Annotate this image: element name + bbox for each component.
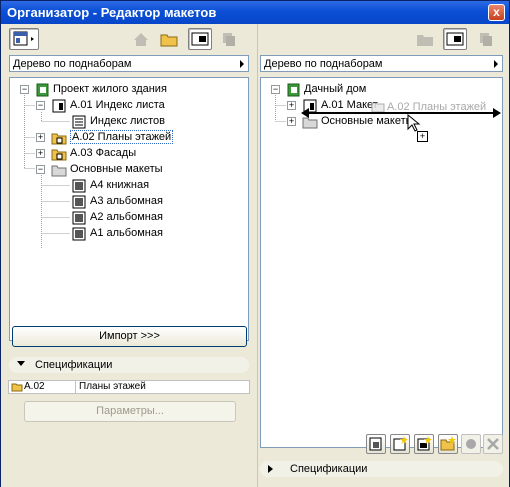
sets-view-button[interactable]: [157, 28, 181, 50]
publisher-button[interactable]: [473, 28, 497, 50]
parameters-button[interactable]: Параметры...: [24, 401, 236, 422]
section-title: Спецификации: [35, 359, 113, 371]
collapse-icon[interactable]: −: [36, 165, 45, 174]
tree-node[interactable]: A1 альбомная: [10, 226, 240, 242]
tree-node-label: A2 альбомная: [90, 211, 163, 223]
title-bar: Организатор - Редактор макетов x: [1, 1, 509, 24]
view-mode-menu-button[interactable]: [9, 28, 39, 50]
publisher-icon: [223, 33, 235, 46]
spec-name: Планы этажей: [79, 381, 146, 392]
insertion-marker-icon: [301, 108, 501, 118]
expand-icon[interactable]: +: [36, 149, 45, 158]
tree-node-label: Основные макеты: [70, 163, 163, 175]
tree-node[interactable]: + A.02 Планы этажей: [10, 130, 240, 146]
tree-node-label: A3 альбомная: [90, 195, 163, 207]
folder-sheet-icon: [51, 133, 67, 145]
publisher-button[interactable]: [216, 28, 240, 50]
tree-node[interactable]: − A.01 Индекс листа: [10, 98, 240, 114]
record-button[interactable]: [461, 434, 481, 454]
left-tree[interactable]: − Проект жилого здания − A.01 Индекс лис…: [9, 77, 249, 341]
new-layout-icon: [369, 437, 382, 451]
project-book-icon: [287, 83, 300, 97]
layout-book-icon: [446, 32, 464, 46]
specifications-header[interactable]: Спецификации: [9, 357, 249, 373]
close-icon: [487, 438, 499, 450]
layout-book-icon: [191, 32, 209, 46]
collapse-icon[interactable]: −: [20, 85, 29, 94]
layout-icon: [72, 195, 86, 209]
tree-node-label-selected: A.02 Планы этажей: [70, 130, 174, 144]
folder-icon: [160, 34, 178, 47]
layout-icon: [72, 179, 86, 193]
tree-node[interactable]: A4 книжная: [10, 178, 240, 194]
drag-copy-plus-icon: +: [417, 131, 428, 142]
layout-icon: [72, 211, 86, 225]
spec-row[interactable]: A.02 Планы этажей: [8, 380, 250, 394]
new-master-button[interactable]: [414, 434, 434, 454]
tree-node-label: Дачный дом: [304, 83, 367, 95]
tree-node[interactable]: A2 альбомная: [10, 210, 240, 226]
view-mode-icon: [13, 31, 34, 46]
collapse-triangle-icon: [17, 361, 25, 366]
tree-node-label: Индекс листов: [90, 115, 165, 127]
tree-node[interactable]: − Проект жилого здания: [10, 82, 240, 98]
layout-book-button[interactable]: [443, 28, 467, 50]
folder-icon: [417, 35, 433, 46]
tree-node-label: A.01 Индекс листа: [70, 99, 165, 111]
right-tree[interactable]: − Дачный дом + A.01 Макет + Основные мак…: [260, 77, 503, 448]
tree-node[interactable]: − Дачный дом: [261, 82, 491, 98]
expand-icon[interactable]: +: [287, 117, 296, 126]
new-layout-button[interactable]: [366, 434, 386, 454]
publisher-icon: [480, 33, 492, 46]
delete-button[interactable]: [483, 434, 503, 454]
layout-book-button[interactable]: [188, 28, 212, 50]
window-title: Организатор - Редактор макетов: [7, 5, 217, 20]
expand-triangle-icon: [268, 465, 273, 473]
expand-icon[interactable]: +: [287, 101, 296, 110]
circle-icon: [466, 439, 476, 449]
specifications-header[interactable]: Спецификации: [260, 461, 503, 477]
close-button[interactable]: x: [488, 4, 505, 21]
tree-node-label: Проект жилого здания: [53, 83, 167, 95]
sets-view-button[interactable]: [413, 28, 437, 50]
sheet-icon: [52, 99, 66, 113]
folder-icon: [11, 383, 23, 392]
new-folder-button[interactable]: [438, 434, 458, 454]
spec-id: A.02: [24, 381, 45, 392]
tree-view-dropdown[interactable]: Дерево по поднаборам: [9, 55, 249, 72]
dropdown-arrow-icon: [240, 60, 244, 68]
tree-node[interactable]: + A.03 Фасады: [10, 146, 240, 162]
dropdown-value: Дерево по поднаборам: [264, 58, 383, 70]
folder-sheet-icon: [51, 149, 67, 161]
tree-node[interactable]: A3 альбомная: [10, 194, 240, 210]
left-pane: Дерево по поднаборам − Проект жилого зда…: [1, 24, 258, 487]
expand-icon[interactable]: +: [36, 133, 45, 142]
collapse-icon[interactable]: −: [36, 101, 45, 110]
collapse-icon[interactable]: −: [271, 85, 280, 94]
project-book-icon: [36, 83, 49, 97]
import-button[interactable]: Импорт >>>: [12, 326, 247, 347]
new-subset-button[interactable]: [390, 434, 410, 454]
section-title: Спецификации: [290, 463, 368, 475]
tree-node-label: A1 альбомная: [90, 227, 163, 239]
new-folder-icon: [440, 436, 456, 451]
new-master-icon: [417, 436, 432, 451]
house-icon: [134, 33, 148, 46]
project-view-button[interactable]: [129, 28, 153, 50]
new-subset-icon: [393, 436, 408, 451]
index-sheet-icon: [72, 115, 86, 129]
folder-icon: [51, 165, 67, 177]
tree-view-dropdown[interactable]: Дерево по поднаборам: [260, 55, 503, 72]
dropdown-arrow-icon: [494, 60, 498, 68]
layout-icon: [72, 227, 86, 241]
tree-node[interactable]: Индекс листов: [10, 114, 240, 130]
organizer-window: Организатор - Редактор макетов x Дерево …: [0, 0, 510, 487]
tree-node-label: A4 книжная: [90, 179, 150, 191]
right-pane: Дерево по поднаборам − Дачный дом + A.01…: [258, 24, 509, 487]
dropdown-value: Дерево по поднаборам: [13, 58, 132, 70]
tree-node[interactable]: − Основные макеты: [10, 162, 240, 178]
tree-node-label: A.03 Фасады: [70, 147, 137, 159]
